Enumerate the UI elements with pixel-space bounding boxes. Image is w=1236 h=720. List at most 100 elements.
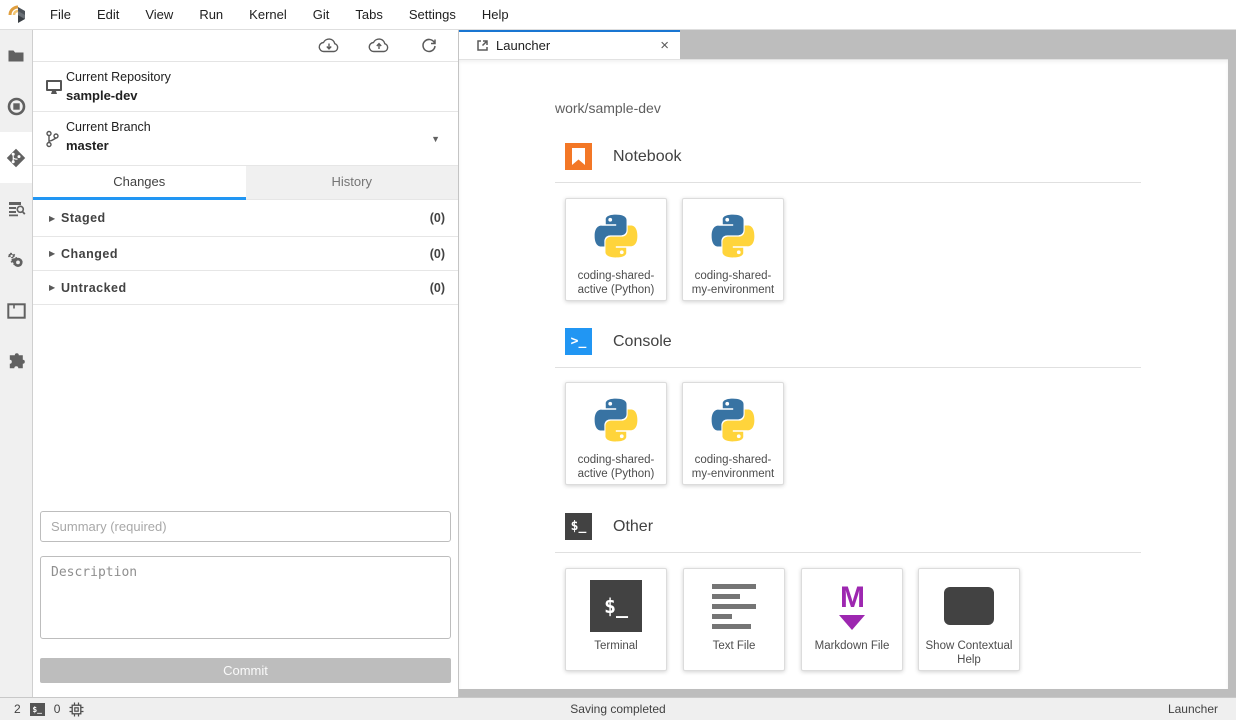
card-label: Text File xyxy=(710,639,759,653)
menu-tabs[interactable]: Tabs xyxy=(342,0,395,29)
sidebar-item-settings[interactable] xyxy=(0,234,32,285)
current-repository-value: sample-dev xyxy=(66,88,138,103)
launcher-card-contextual-help[interactable]: Show Contextual Help xyxy=(918,568,1020,671)
status-bar: 2 $_ 0 Saving completed Launcher xyxy=(0,697,1236,720)
changed-label: Changed xyxy=(61,247,118,261)
staged-section-header[interactable]: ▶ Staged (0) xyxy=(33,200,458,237)
menu-file[interactable]: File xyxy=(37,0,84,29)
repository-icon xyxy=(44,78,64,96)
untracked-section-header[interactable]: ▶ Untracked (0) xyxy=(33,271,458,305)
current-repository-label: Current Repository xyxy=(66,70,171,84)
python-icon xyxy=(590,394,642,446)
tab-launcher[interactable]: Launcher × xyxy=(459,30,680,59)
terminal-icon: $_ xyxy=(590,580,642,632)
cloud-pull-icon xyxy=(318,38,340,53)
commit-button[interactable]: Commit xyxy=(40,658,451,683)
tab-history[interactable]: History xyxy=(246,166,459,200)
collapse-caret-icon: ▶ xyxy=(49,214,61,223)
markdown-icon: M xyxy=(826,580,878,632)
current-branch-value: master xyxy=(66,138,109,153)
git-push-button[interactable] xyxy=(368,35,390,57)
git-icon xyxy=(6,148,26,168)
collapse-caret-icon: ▶ xyxy=(49,283,61,292)
python-icon xyxy=(707,210,759,262)
card-label: Show Contextual Help xyxy=(919,639,1019,668)
contextual-help-icon xyxy=(943,580,995,632)
branch-dropdown-caret-icon[interactable]: ▼ xyxy=(431,134,440,144)
menu-help[interactable]: Help xyxy=(469,0,522,29)
terminal-icon: $_ xyxy=(565,513,592,540)
launcher-panel: work/sample-dev Notebook coding-shared-a… xyxy=(459,59,1228,689)
current-branch-row[interactable]: Current Branch master ▼ xyxy=(33,112,458,166)
extensions-puzzle-icon xyxy=(7,352,26,371)
sidebar-item-file-browser[interactable] xyxy=(0,30,32,81)
menu-view[interactable]: View xyxy=(132,0,186,29)
current-activity-label[interactable]: Launcher xyxy=(1168,702,1218,716)
branch-icon xyxy=(44,129,60,149)
git-refresh-button[interactable] xyxy=(418,35,440,57)
card-label: Terminal xyxy=(591,639,640,653)
collapse-caret-icon: ▶ xyxy=(49,249,61,258)
notebook-icon xyxy=(565,143,592,170)
refresh-icon xyxy=(421,38,437,54)
cloud-push-icon xyxy=(368,38,390,53)
git-tabs: Changes History xyxy=(33,166,458,200)
console-section-title: Console xyxy=(613,333,672,351)
sidebar-item-property-inspector[interactable] xyxy=(0,183,32,234)
status-message: Saving completed xyxy=(0,702,1236,716)
divider xyxy=(555,552,1141,553)
current-repository-row: Current Repository sample-dev xyxy=(33,62,458,112)
git-panel: Current Repository sample-dev Current Br… xyxy=(33,30,459,697)
python-icon xyxy=(707,394,759,446)
python-icon xyxy=(590,210,642,262)
sidebar-item-running-sessions[interactable] xyxy=(0,81,32,132)
launcher-icon xyxy=(476,39,489,52)
settings-gears-icon xyxy=(6,250,26,270)
launcher-card-notebook-2[interactable]: coding-shared-my-environment xyxy=(682,198,784,301)
card-label: coding-shared-active (Python) xyxy=(566,269,666,298)
changed-section-header[interactable]: ▶ Changed (0) xyxy=(33,237,458,271)
divider xyxy=(555,367,1141,368)
commit-summary-input[interactable] xyxy=(40,511,451,542)
tab-changes[interactable]: Changes xyxy=(33,166,246,200)
jupyterlab-window: File Edit View Run Kernel Git Tabs Setti… xyxy=(0,0,1236,720)
launcher-card-notebook-1[interactable]: coding-shared-active (Python) xyxy=(565,198,667,301)
menu-run[interactable]: Run xyxy=(186,0,236,29)
launcher-tab-label: Launcher xyxy=(496,38,550,53)
close-tab-icon[interactable]: × xyxy=(660,38,669,53)
menu-settings[interactable]: Settings xyxy=(396,0,469,29)
property-inspector-icon xyxy=(7,199,26,218)
notebook-section-title: Notebook xyxy=(613,148,682,166)
staged-count: (0) xyxy=(430,211,445,225)
menubar: File Edit View Run Kernel Git Tabs Setti… xyxy=(0,0,1236,30)
launcher-card-console-2[interactable]: coding-shared-my-environment xyxy=(682,382,784,485)
git-toolbar xyxy=(33,30,458,62)
menu-git[interactable]: Git xyxy=(300,0,343,29)
launcher-card-markdown-file[interactable]: M Markdown File xyxy=(801,568,903,671)
left-sidebar xyxy=(0,30,33,697)
sidebar-item-open-tabs[interactable] xyxy=(0,285,32,336)
launcher-card-text-file[interactable]: Text File xyxy=(683,568,785,671)
console-section-header: >_ Console xyxy=(555,328,672,355)
file-browser-icon xyxy=(7,47,25,65)
launcher-card-terminal[interactable]: $_ Terminal xyxy=(565,568,667,671)
open-tabs-icon xyxy=(7,303,26,319)
card-label: coding-shared-active (Python) xyxy=(566,453,666,482)
untracked-label: Untracked xyxy=(61,281,127,295)
card-label: Markdown File xyxy=(812,639,893,653)
git-pull-button[interactable] xyxy=(318,35,340,57)
launcher-card-console-1[interactable]: coding-shared-active (Python) xyxy=(565,382,667,485)
untracked-count: (0) xyxy=(430,281,445,295)
commit-description-input[interactable] xyxy=(40,556,451,639)
sidebar-item-git[interactable] xyxy=(0,132,32,183)
changed-count: (0) xyxy=(430,247,445,261)
menu-edit[interactable]: Edit xyxy=(84,0,132,29)
card-label: coding-shared-my-environment xyxy=(683,453,783,482)
console-icon: >_ xyxy=(565,328,592,355)
sidebar-item-extensions[interactable] xyxy=(0,336,32,387)
menu-kernel[interactable]: Kernel xyxy=(236,0,300,29)
app-logo-icon xyxy=(8,5,28,25)
other-section-title: Other xyxy=(613,518,653,536)
main-dock: Launcher × work/sample-dev Notebook xyxy=(459,30,1236,697)
text-file-icon xyxy=(708,580,760,632)
